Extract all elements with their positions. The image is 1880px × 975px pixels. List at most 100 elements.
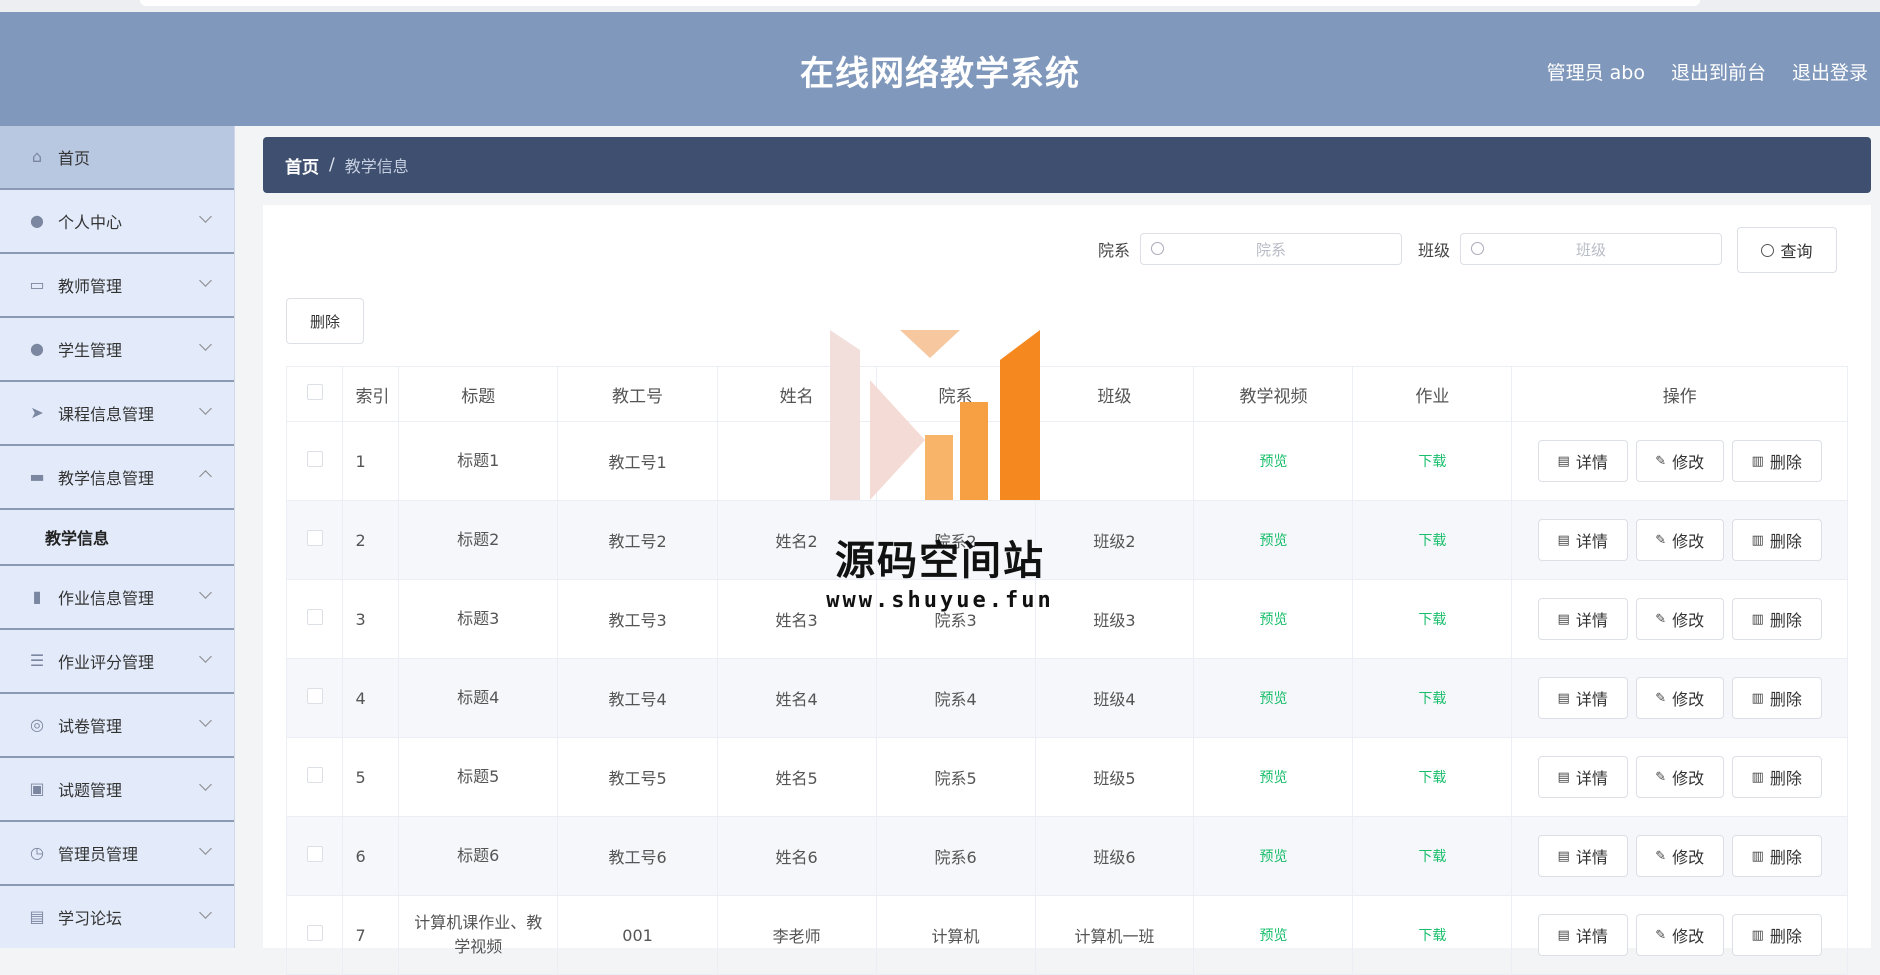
homework-download-link[interactable]: 下载 (1418, 928, 1446, 944)
cell-homework: 下载 (1352, 895, 1513, 975)
homework-download-link[interactable]: 下载 (1418, 849, 1446, 865)
row-checkbox[interactable] (306, 609, 323, 625)
clipboard-icon: ▣ (29, 779, 45, 798)
homework-download-link[interactable]: 下载 (1418, 691, 1446, 707)
cell-dept: 院系5 (875, 737, 1036, 817)
edit-button[interactable]: ✎ 修改 (1635, 756, 1724, 798)
edit-button[interactable]: ✎ 修改 (1635, 677, 1724, 719)
sidebar-item-teachers[interactable]: ▭ 教师管理 (0, 254, 234, 318)
sidebar-item-courses[interactable]: ➤ 课程信息管理 (0, 382, 234, 446)
video-preview-link[interactable]: 预览 (1259, 691, 1287, 707)
detail-button[interactable]: ▤ 详情 (1537, 440, 1628, 482)
table-row: 7 计算机课作业、教学视频 001 李老师 计算机 计算机一班 预览 下载 ▤ 详情 ✎ 修改 ▥ 删除 (285, 895, 1848, 975)
cell-class: 班级4 (1034, 658, 1195, 738)
cell-name: 姓名5 (716, 737, 877, 817)
homework-download-link[interactable]: 下载 (1418, 454, 1446, 470)
delete-button[interactable]: ▥ 删除 (1731, 440, 1822, 482)
row-checkbox[interactable] (306, 846, 323, 862)
sidebar-item-students[interactable]: ● 学生管理 (0, 318, 234, 382)
video-preview-link[interactable]: 预览 (1259, 533, 1287, 549)
sidebar-item-personal[interactable]: ● 个人中心 (0, 190, 234, 254)
class-placeholder: 班级 (1576, 240, 1607, 259)
homework-download-link[interactable]: 下载 (1418, 612, 1446, 628)
cell-actions: ▤ 详情 ✎ 修改 ▥ 删除 (1511, 500, 1848, 580)
select-cell (285, 658, 344, 738)
send-icon: ➤ (30, 403, 44, 422)
sidebar-item-teaching-info[interactable]: ▬ 教学信息管理 (0, 446, 234, 510)
breadcrumb-current: 教学信息 (344, 157, 409, 176)
video-preview-link[interactable]: 预览 (1259, 770, 1287, 786)
sidebar-item-questions[interactable]: ▣ 试题管理 (0, 758, 234, 822)
delete-button[interactable]: ▥ 删除 (1731, 677, 1822, 719)
delete-button[interactable]: ▥ 删除 (1731, 914, 1822, 956)
document-icon: ▤ (1557, 690, 1570, 706)
edit-label: 修改 (1672, 611, 1705, 630)
delete-button[interactable]: ▥ 删除 (1731, 598, 1822, 640)
select-cell (285, 895, 344, 975)
homework-download-link[interactable]: 下载 (1418, 533, 1446, 549)
edit-button[interactable]: ✎ 修改 (1635, 914, 1724, 956)
detail-label: 详情 (1575, 848, 1608, 867)
detail-button[interactable]: ▤ 详情 (1537, 756, 1628, 798)
breadcrumb-home[interactable]: 首页 (285, 153, 319, 178)
cell-name: 姓名4 (716, 658, 877, 738)
edit-button[interactable]: ✎ 修改 (1635, 440, 1724, 482)
cell-video: 预览 (1193, 579, 1354, 659)
delete-button[interactable]: ▥ 删除 (1731, 835, 1822, 877)
lifebuoy-icon: ◎ (30, 715, 44, 734)
video-preview-link[interactable]: 预览 (1259, 454, 1287, 470)
class-label: 班级 (1418, 241, 1451, 260)
col-teacher-no: 教工号 (557, 366, 718, 422)
sidebar-item-papers[interactable]: ◎ 试卷管理 (0, 694, 234, 758)
video-preview-link[interactable]: 预览 (1259, 928, 1287, 944)
cell-homework: 下载 (1352, 816, 1513, 896)
exit-to-front-link[interactable]: 退出到前台 (1671, 58, 1766, 85)
chevron-down-icon (199, 274, 212, 287)
admin-label[interactable]: 管理员 abo (1547, 58, 1645, 85)
class-input[interactable]: 班级 (1460, 233, 1723, 265)
logout-link[interactable]: 退出登录 (1792, 58, 1868, 85)
search-icon (1471, 242, 1485, 255)
row-checkbox[interactable] (306, 767, 323, 783)
sidebar-item-forum[interactable]: ▤ 学习论坛 (0, 886, 234, 948)
delete-button[interactable]: ▥ 删除 (1731, 519, 1822, 561)
sidebar-subitem-teaching-info[interactable]: 教学信息 (0, 510, 234, 566)
video-preview-link[interactable]: 预览 (1259, 849, 1287, 865)
sidebar-item-homework[interactable]: ▮ 作业信息管理 (0, 566, 234, 630)
query-button[interactable]: 查询 (1737, 227, 1837, 273)
dept-placeholder: 院系 (1256, 240, 1287, 259)
sidebar-item-grading[interactable]: ☰ 作业评分管理 (0, 630, 234, 694)
edit-button[interactable]: ✎ 修改 (1635, 835, 1724, 877)
edit-button[interactable]: ✎ 修改 (1635, 598, 1724, 640)
detail-button[interactable]: ▤ 详情 (1537, 677, 1628, 719)
row-checkbox[interactable] (306, 688, 323, 704)
logo-bar-2 (960, 402, 988, 500)
delete-button[interactable]: ▥ 删除 (1731, 756, 1822, 798)
detail-button[interactable]: ▤ 详情 (1537, 914, 1628, 956)
cell-homework: 下载 (1352, 500, 1513, 580)
video-preview-link[interactable]: 预览 (1259, 612, 1287, 628)
batch-delete-button[interactable]: 删除 (286, 298, 364, 344)
sidebar-item-label: 作业信息管理 (58, 589, 155, 608)
cell-class: 计算机一班 (1034, 895, 1195, 975)
cell-teacher-no: 教工号4 (557, 658, 718, 738)
logo-triangle (900, 330, 960, 358)
select-all-checkbox[interactable] (306, 383, 323, 400)
sidebar-subitem-label: 教学信息 (45, 529, 110, 548)
detail-button[interactable]: ▤ 详情 (1537, 598, 1628, 640)
edit-button[interactable]: ✎ 修改 (1635, 519, 1724, 561)
detail-button[interactable]: ▤ 详情 (1537, 835, 1628, 877)
row-checkbox[interactable] (306, 530, 323, 546)
delete-label: 删除 (1769, 453, 1802, 472)
watermark-logo (830, 330, 1040, 500)
delete-label: 删除 (1769, 927, 1802, 946)
dept-input[interactable]: 院系 (1140, 233, 1403, 265)
homework-download-link[interactable]: 下载 (1418, 770, 1446, 786)
sidebar-item-home[interactable]: ⌂ 首页 (0, 126, 234, 190)
sidebar-item-admins[interactable]: ◷ 管理员管理 (0, 822, 234, 886)
sidebar-item-label: 教师管理 (58, 277, 123, 296)
detail-button[interactable]: ▤ 详情 (1537, 519, 1628, 561)
pencil-icon: ✎ (1655, 927, 1667, 943)
row-checkbox[interactable] (306, 451, 323, 467)
row-checkbox[interactable] (306, 925, 323, 941)
